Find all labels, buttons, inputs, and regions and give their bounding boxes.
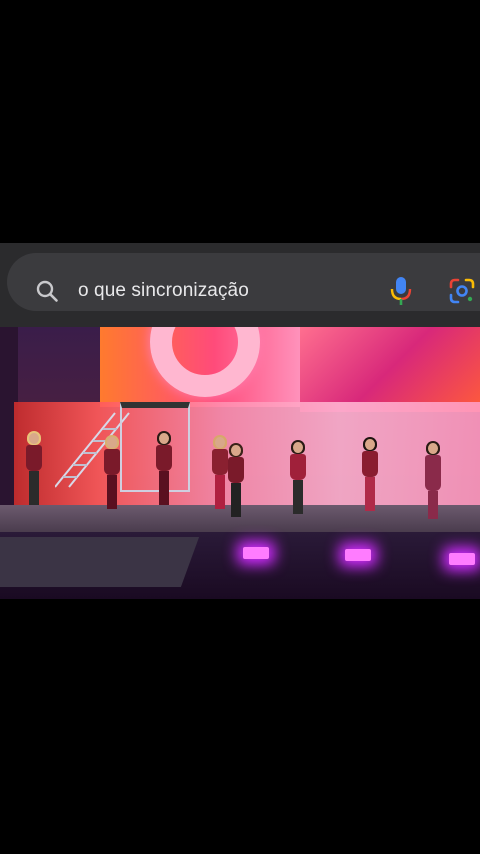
search-panel: o que sincronização — [0, 243, 480, 327]
bottom-letterbox — [0, 599, 480, 854]
stage-platform — [120, 402, 190, 492]
search-icon[interactable] — [35, 279, 59, 303]
stage-light — [345, 549, 371, 561]
video-frame[interactable] — [0, 327, 480, 599]
stage-ramp — [0, 537, 200, 587]
microphone-icon[interactable] — [389, 276, 413, 306]
led-screen-right — [300, 327, 480, 412]
top-letterbox — [0, 0, 480, 243]
search-query-text[interactable]: o que sincronização — [78, 280, 249, 302]
stage-light — [449, 553, 475, 565]
search-bar[interactable]: o que sincronização — [7, 253, 480, 311]
google-lens-icon[interactable] — [449, 278, 475, 304]
stage-light — [243, 547, 269, 559]
